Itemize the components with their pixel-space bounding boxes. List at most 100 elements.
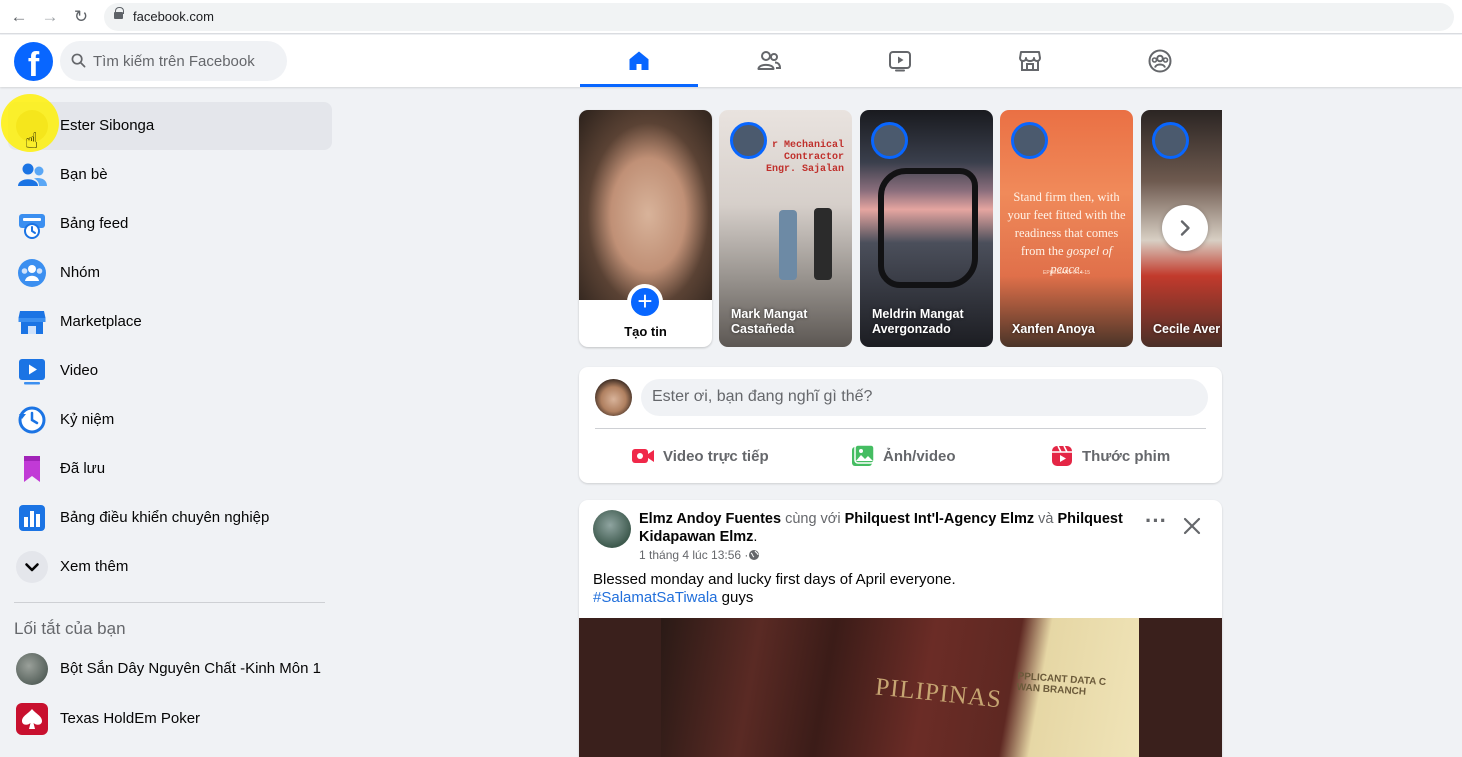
tab-marketplace[interactable]	[971, 35, 1089, 87]
reels-button[interactable]: Thước phim	[1050, 443, 1170, 469]
story-card[interactable]: Stand firm then, with your feet fitted w…	[1000, 110, 1133, 347]
shortcut-item[interactable]: Texas HoldEm Poker	[8, 695, 332, 743]
story-person	[814, 208, 832, 280]
tab-friends[interactable]	[710, 35, 828, 87]
sidebar-item-see-more[interactable]: Xem thêm	[8, 543, 332, 591]
story-card[interactable]: Meldrin Mangat Avergonzado	[860, 110, 993, 347]
search-box[interactable]	[60, 41, 287, 81]
lock-icon	[114, 7, 124, 22]
post-image[interactable]: PILIPINAS PPLICANT DATA C WAN BRANCH	[579, 618, 1222, 757]
post-and-text: và	[1034, 511, 1058, 527]
video-icon	[889, 51, 911, 72]
sidebar-item-saved[interactable]: Đã lưu	[8, 445, 332, 493]
sidebar-item-dashboard[interactable]: Bảng điều khiển chuyên nghiệp	[8, 494, 332, 542]
sidebar-item-label: Bảng điều khiển chuyên nghiệp	[60, 509, 270, 526]
post-timestamp[interactable]: 1 tháng 4 lúc 13:56 ·	[639, 548, 760, 562]
feed-post: Elmz Andoy Fuentes cùng với Philquest In…	[579, 500, 1222, 757]
tab-groups[interactable]	[1101, 35, 1219, 87]
sidebar-item-label: Bạn bè	[60, 166, 108, 183]
create-story-label: Tạo tin	[624, 324, 667, 339]
sidebar-item-friends[interactable]: Bạn bè	[8, 151, 332, 199]
tab-home[interactable]	[580, 35, 698, 87]
facebook-header: f	[0, 35, 1462, 87]
live-video-icon	[632, 449, 654, 463]
friends-icon	[18, 163, 47, 186]
composer-input[interactable]: Ester ơi, bạn đang nghĩ gì thế?	[641, 379, 1208, 416]
dashboard-icon	[19, 505, 45, 531]
sidebar-item-feed[interactable]: Bảng feed	[8, 200, 332, 248]
story-avatar	[730, 122, 767, 159]
sidebar-item-label: Ester Sibonga	[60, 117, 155, 134]
poker-app-icon	[16, 703, 48, 735]
globe-icon	[749, 550, 760, 560]
reels-icon	[1052, 445, 1072, 466]
add-story-icon[interactable]: +	[627, 284, 663, 320]
saved-icon	[24, 456, 40, 482]
sidebar-divider	[14, 602, 325, 603]
forward-button[interactable]: →	[39, 6, 61, 28]
composer-divider	[595, 428, 1206, 429]
reels-label: Thước phim	[1082, 447, 1171, 465]
story-avatar	[1152, 122, 1189, 159]
photo-icon	[852, 444, 875, 466]
home-icon	[629, 51, 649, 70]
sidebar-item-label: Bảng feed	[60, 215, 129, 232]
post-tag-link[interactable]: Philquest Int'l-Agency Elmz	[845, 511, 1035, 527]
sidebar-item-video[interactable]: Video	[8, 347, 332, 395]
post-header-text: Elmz Andoy Fuentes cùng với Philquest In…	[639, 510, 1139, 546]
post-hashtag-link[interactable]: #SalamatSaTiwala	[593, 589, 718, 606]
more-options-icon[interactable]: ···	[1144, 510, 1168, 538]
story-person	[779, 210, 797, 280]
address-bar[interactable]: facebook.com	[104, 3, 1454, 31]
sidebar-item-label: Video	[60, 362, 99, 379]
url-text: facebook.com	[133, 9, 214, 24]
story-mirror-shape	[878, 168, 978, 288]
photo-video-button[interactable]: Ảnh/video	[851, 443, 956, 469]
story-author: Xanfen Anoya	[1012, 322, 1095, 336]
sidebar-item-marketplace[interactable]: Marketplace	[8, 298, 332, 346]
user-avatar	[595, 379, 632, 416]
sidebar-item-groups[interactable]: Nhóm	[8, 249, 332, 297]
facebook-logo[interactable]: f	[14, 42, 53, 81]
chevron-right-icon	[1180, 220, 1190, 236]
live-video-label: Video trực tiếp	[663, 447, 769, 465]
post-with-text: cùng với	[781, 511, 845, 527]
post-time: 1 tháng 4 lúc 13:56 ·	[639, 548, 749, 562]
tab-watch[interactable]	[841, 35, 959, 87]
memories-icon	[18, 406, 46, 434]
shortcut-label: Texas HoldEm Poker	[60, 710, 201, 727]
story-avatar	[871, 122, 908, 159]
chevron-down-icon	[16, 551, 48, 583]
story-quote-reference: EPHESIANS 6:14-15	[1043, 270, 1090, 276]
marketplace-icon	[1019, 51, 1041, 71]
story-card[interactable]: r Mechanical Contractor Engr. Sajalan Ma…	[719, 110, 852, 347]
sidebar-item-label: Nhóm	[60, 264, 101, 281]
live-video-button[interactable]: Video trực tiếp	[631, 443, 769, 469]
create-story-card[interactable]: + Tạo tin	[579, 110, 712, 347]
post-author-link[interactable]: Elmz Andoy Fuentes	[639, 511, 781, 527]
stories-next-button[interactable]	[1162, 205, 1208, 251]
reload-button[interactable]: ↻	[70, 6, 92, 28]
close-icon[interactable]	[1180, 514, 1204, 538]
photo-video-label: Ảnh/video	[883, 447, 956, 465]
sidebar-item-label: Kỷ niệm	[60, 411, 115, 428]
feed-icon	[19, 214, 45, 239]
sidebar-item-memories[interactable]: Kỷ niệm	[8, 396, 332, 444]
marketplace-icon	[18, 311, 46, 334]
post-author-avatar[interactable]	[593, 510, 631, 548]
story-author: Meldrin Mangat Avergonzado	[872, 307, 964, 336]
shortcut-label: Bột Sắn Dây Nguyên Chất -Kinh Môn 1	[60, 660, 321, 677]
shortcuts-title: Lối tắt của bạn	[14, 619, 126, 638]
back-button[interactable]: ←	[8, 6, 30, 28]
video-icon	[19, 359, 45, 385]
search-input[interactable]	[93, 41, 278, 81]
search-icon	[71, 53, 86, 68]
story-avatar	[1011, 122, 1048, 159]
friends-icon	[757, 51, 782, 70]
post-body: Blessed monday and lucky first days of A…	[593, 571, 1208, 607]
story-author: Mark Mangat Castañeda	[731, 307, 808, 336]
hand-cursor-icon: ☝	[25, 128, 39, 153]
shortcut-avatar	[16, 653, 48, 685]
sidebar-item-label: Xem thêm	[60, 558, 129, 575]
shortcut-item[interactable]: Bột Sắn Dây Nguyên Chất -Kinh Môn 1	[8, 645, 332, 693]
